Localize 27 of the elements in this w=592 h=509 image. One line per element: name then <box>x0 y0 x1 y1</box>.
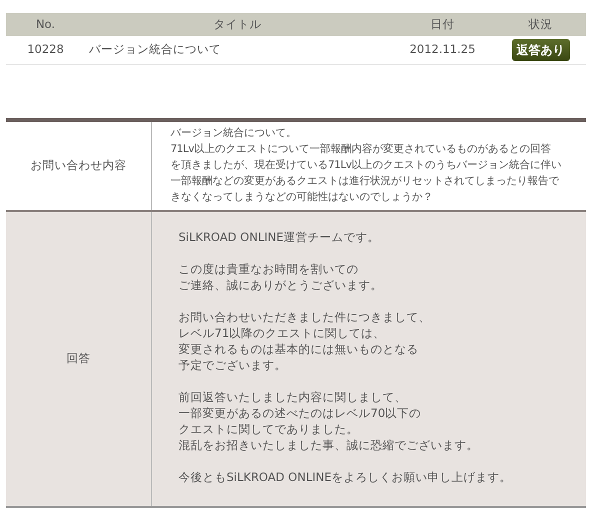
text-line: この度は貴重なお時間を割いての <box>178 260 358 276</box>
text-line: ご連絡、誠にありがとうございます。 <box>178 276 382 292</box>
text-line: 変更されるものは基本的には無いものとなる <box>178 340 418 356</box>
title-cell: バージョン統合について <box>85 36 390 64</box>
answer-label: 回答 <box>66 350 90 365</box>
text-line: 前回返答いたしました内容に関しまして、 <box>178 388 406 404</box>
text-line: 一部報酬などの変更があるクエストは進行状況がリセットされてしまったり報告で <box>170 174 559 188</box>
number-cell: 10228 <box>6 36 85 64</box>
date-cell: 2012.11.25 <box>390 36 495 64</box>
status-badge: 返答あり <box>512 38 570 61</box>
text-line: 混乱をお招きいたしました事、誠に恐縮でございます。 <box>178 436 478 452</box>
text-line: SiLKROAD ONLINE運営チームです。 <box>178 228 380 244</box>
inquiry-label: お問い合わせ内容 <box>30 158 126 172</box>
text-line: 一部変更があるの述べたのはレベル70以下の <box>178 404 422 420</box>
text-line: レベル71以降のクエストに関しては、 <box>178 324 386 340</box>
column-header: 日付 <box>390 13 495 36</box>
column-header: タイトル <box>85 13 390 36</box>
text-line: バージョン統合について。 <box>170 126 296 140</box>
text-line: 予定でございます。 <box>178 356 286 372</box>
text-line: お問い合わせいただきました件につきまして、 <box>178 308 430 324</box>
text-line: を頂きましたが、現在受けている71Lv以上のクエストのうちバージョン統合に伴い <box>170 158 562 172</box>
column-header: No. <box>6 13 85 36</box>
text-line: クエストに関してでありました。 <box>178 420 358 436</box>
column-header: 状況 <box>495 13 586 36</box>
text-line: きなくなってしまうなどの可能性はないのでしょうか？ <box>170 190 433 204</box>
text-line: 71Lv以上のクエストについて一部報酬内容が変更されているものがあるとの回答 <box>170 142 551 156</box>
text-line: 今後ともSiLKROAD ONLINEをよろしくお願い申し上げます。 <box>178 468 512 484</box>
